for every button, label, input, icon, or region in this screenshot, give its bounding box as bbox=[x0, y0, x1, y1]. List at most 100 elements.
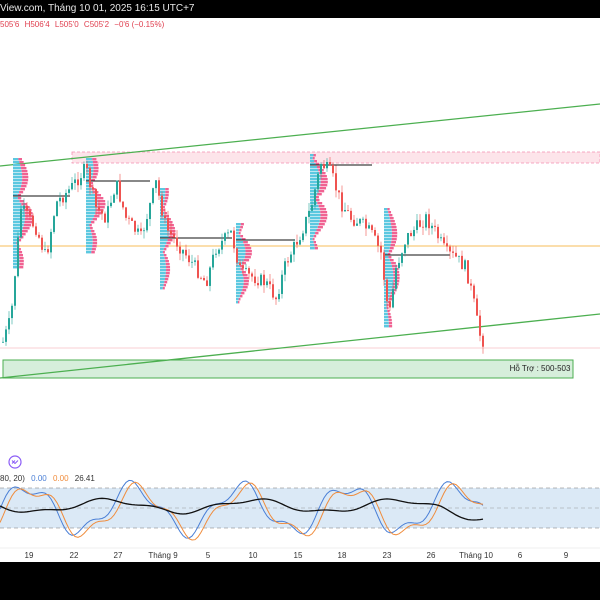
volume-bar-blue bbox=[384, 214, 390, 217]
candle-down bbox=[125, 207, 127, 218]
volume-bar-pink bbox=[389, 247, 394, 250]
volume-bar-blue bbox=[13, 197, 18, 200]
volume-bar-pink bbox=[391, 235, 398, 238]
volume-profile-6 bbox=[384, 208, 400, 328]
volume-bar-pink bbox=[388, 316, 392, 319]
volume-bar-blue bbox=[160, 242, 167, 245]
candle-down bbox=[455, 252, 457, 257]
volume-bar-pink bbox=[388, 211, 392, 214]
candle-down bbox=[197, 260, 199, 278]
volume-bar-pink bbox=[162, 251, 165, 254]
volume-bar-pink bbox=[313, 154, 316, 157]
volume-bar-blue bbox=[160, 275, 166, 278]
volume-bar-blue bbox=[160, 257, 165, 260]
volume-bar-blue bbox=[13, 182, 22, 185]
volume-bar-blue bbox=[86, 158, 93, 161]
candle-up bbox=[278, 293, 280, 300]
price-chart[interactable]: Hỗ Trợ : 500-503 80, 20) 0.00 0.00 26.41… bbox=[0, 18, 600, 562]
volume-bar-pink bbox=[391, 241, 397, 244]
volume-bar-pink bbox=[92, 245, 97, 248]
candle-up bbox=[311, 205, 313, 211]
candle-down bbox=[104, 213, 106, 223]
x-axis-label: 10 bbox=[249, 551, 258, 560]
volume-bar-blue bbox=[310, 214, 321, 217]
chevron-icon[interactable] bbox=[8, 455, 22, 469]
volume-bar-pink bbox=[165, 275, 170, 278]
volume-bar-pink bbox=[387, 310, 390, 313]
volume-bar-pink bbox=[93, 167, 99, 170]
candle-up bbox=[284, 261, 286, 275]
x-axis-label: 22 bbox=[70, 551, 79, 560]
volume-bar-blue bbox=[86, 221, 92, 224]
candle-up bbox=[68, 189, 70, 193]
volume-bar-pink bbox=[243, 277, 249, 280]
volume-bar-blue bbox=[236, 292, 242, 295]
volume-bar-pink bbox=[22, 173, 29, 176]
candle-up bbox=[302, 233, 304, 241]
volume-bar-pink bbox=[163, 254, 167, 257]
volume-bar-blue bbox=[310, 247, 315, 250]
candle-up bbox=[305, 216, 307, 234]
volume-bar-blue bbox=[236, 289, 243, 292]
candle-down bbox=[188, 255, 190, 263]
candle-up bbox=[56, 201, 58, 217]
candle-up bbox=[293, 241, 295, 255]
candle-down bbox=[467, 260, 469, 284]
volume-bar-pink bbox=[95, 212, 102, 215]
volume-bar-pink bbox=[238, 301, 240, 304]
volume-bar-pink bbox=[241, 292, 245, 295]
volume-bar-pink bbox=[164, 257, 168, 260]
volume-bar-blue bbox=[13, 188, 21, 191]
volume-bar-blue bbox=[310, 154, 314, 157]
volume-bar-blue bbox=[160, 269, 167, 272]
volume-bar-blue bbox=[13, 242, 17, 245]
volume-bar-blue bbox=[310, 166, 317, 169]
volume-bar-pink bbox=[245, 247, 252, 250]
candle-up bbox=[392, 288, 394, 308]
candle-up bbox=[401, 253, 403, 263]
volume-bar-blue bbox=[236, 232, 239, 235]
volume-bar-blue bbox=[160, 248, 164, 251]
candle-down bbox=[35, 226, 37, 235]
candle-down bbox=[263, 274, 265, 286]
volume-bar-blue bbox=[13, 161, 20, 164]
volume-bar-pink bbox=[168, 227, 175, 230]
x-axis-label: 6 bbox=[518, 551, 523, 560]
volume-bar-blue bbox=[384, 217, 390, 220]
volume-bar-pink bbox=[391, 262, 396, 265]
volume-bar-pink bbox=[320, 214, 328, 217]
volume-bar-pink bbox=[391, 238, 397, 241]
volume-bar-pink bbox=[24, 212, 33, 215]
volume-bar-pink bbox=[19, 161, 24, 164]
candle-down bbox=[161, 195, 163, 216]
volume-bar-blue bbox=[13, 206, 23, 209]
candle-down bbox=[275, 297, 277, 300]
volume-bar-blue bbox=[310, 193, 318, 196]
volume-bar-blue bbox=[13, 173, 23, 176]
candle-down bbox=[350, 210, 352, 220]
volume-bar-pink bbox=[167, 239, 173, 242]
chart-frame[interactable]: 505'6 H506'4 L505'0 C505'2 −0'6 (−0.15%)… bbox=[0, 18, 600, 562]
candle-down bbox=[353, 219, 355, 226]
volume-bar-pink bbox=[24, 218, 33, 221]
volume-bar-blue bbox=[384, 241, 392, 244]
candle-up bbox=[152, 188, 154, 204]
volume-bar-pink bbox=[240, 223, 244, 226]
candle-up bbox=[20, 208, 22, 238]
volume-bar-pink bbox=[18, 254, 23, 257]
volume-bar-pink bbox=[313, 241, 317, 244]
volume-bar-pink bbox=[163, 248, 167, 251]
x-axis-label: 15 bbox=[294, 551, 303, 560]
volume-bar-blue bbox=[384, 304, 387, 307]
candle-up bbox=[404, 244, 406, 254]
volume-bar-pink bbox=[242, 286, 248, 289]
candle-up bbox=[23, 205, 25, 209]
volume-bar-blue bbox=[86, 197, 97, 200]
volume-bar-pink bbox=[243, 283, 249, 286]
volume-bar-blue bbox=[13, 224, 24, 227]
volume-bar-pink bbox=[244, 244, 250, 247]
volume-bar-pink bbox=[315, 232, 319, 235]
volume-bar-pink bbox=[21, 230, 28, 233]
volume-bar-blue bbox=[86, 236, 93, 239]
indicator-value-orange: 0.00 bbox=[53, 474, 69, 483]
